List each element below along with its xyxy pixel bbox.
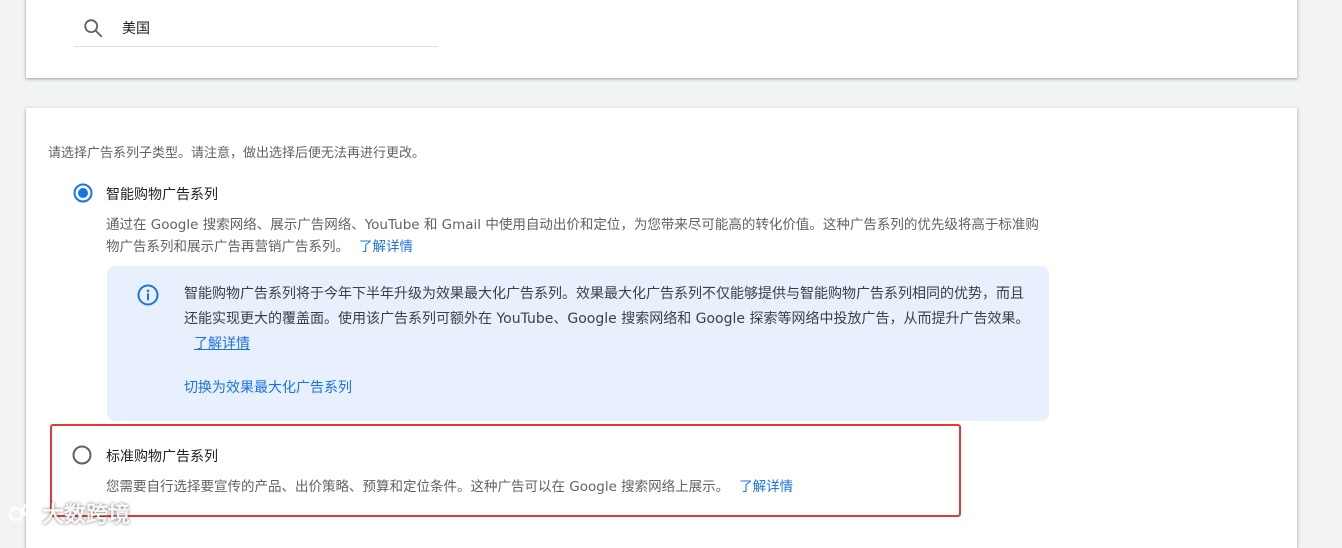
watermark-logo-icon	[8, 503, 35, 522]
smart-shopping-learn-more-link[interactable]: 了解详情	[359, 239, 413, 255]
smart-shopping-description-text: 通过在 Google 搜索网络、展示广告网络、YouTube 和 Gmail 中…	[106, 217, 1039, 255]
upgrade-notice-body: 智能购物广告系列将于今年下半年升级为效果最大化广告系列。效果最大化广告系列不仅能…	[184, 286, 1030, 327]
notice-learn-more-link[interactable]: 了解详情	[194, 336, 250, 352]
smart-shopping-description: 通过在 Google 搜索网络、展示广告网络、YouTube 和 Gmail 中…	[106, 214, 1046, 258]
location-search-field[interactable]: 美国	[74, 10, 438, 47]
search-icon	[84, 19, 103, 38]
highlight-box	[50, 424, 961, 517]
watermark-text: 大数跨境	[42, 503, 131, 528]
smart-shopping-radio[interactable]	[73, 183, 93, 203]
smart-shopping-title[interactable]: 智能购物广告系列	[106, 184, 218, 204]
info-icon	[137, 284, 159, 306]
search-input[interactable]: 美国	[122, 18, 150, 38]
upgrade-notice-text: 智能购物广告系列将于今年下半年升级为效果最大化广告系列。效果最大化广告系列不仅能…	[184, 282, 1034, 357]
subtype-instruction: 请选择广告系列子类型。请注意，做出选择后便无法再进行更改。	[48, 146, 426, 161]
watermark: 大数跨境	[8, 497, 130, 529]
upgrade-notice: 智能购物广告系列将于今年下半年升级为效果最大化广告系列。效果最大化广告系列不仅能…	[107, 266, 1049, 421]
switch-to-pmax-link[interactable]: 切换为效果最大化广告系列	[184, 377, 352, 397]
location-card: 美国	[26, 0, 1297, 78]
